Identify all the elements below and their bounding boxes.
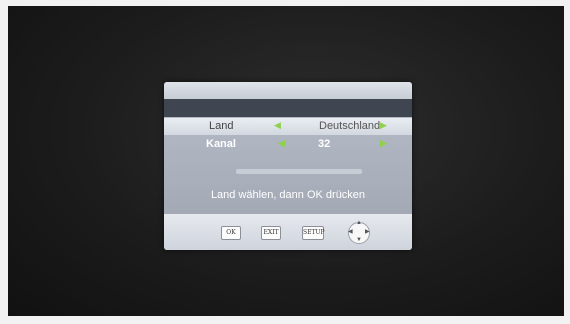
dpad-down-icon[interactable]: ▼ bbox=[356, 237, 362, 243]
dialog-header bbox=[164, 82, 412, 99]
channel-setup-dialog: Land ◀ Deutschland ▶ Kanal ◀ 32 ▶ Land w… bbox=[164, 82, 412, 250]
arrow-right-icon[interactable]: ▶ bbox=[380, 120, 387, 131]
dpad-left-icon[interactable]: ◀ bbox=[348, 228, 353, 235]
scan-progress-bar bbox=[236, 169, 362, 174]
arrow-left-icon[interactable]: ◀ bbox=[274, 120, 281, 131]
arrow-right-icon[interactable]: ▶ bbox=[380, 138, 387, 149]
ok-button[interactable]: OK bbox=[221, 226, 241, 240]
exit-button[interactable]: EXIT bbox=[261, 226, 281, 240]
dpad-icon[interactable]: ▲ ▼ ◀ ▶ bbox=[344, 218, 374, 246]
country-label: Land bbox=[209, 120, 234, 132]
button-bar: OK EXIT SETUP ▲ ▼ ◀ ▶ bbox=[164, 214, 412, 250]
channel-row[interactable]: Kanal ◀ 32 ▶ bbox=[164, 136, 412, 153]
dpad-right-icon[interactable]: ▶ bbox=[365, 228, 370, 235]
dpad-up-icon[interactable]: ▲ bbox=[356, 220, 362, 226]
setup-button[interactable]: SETUP bbox=[302, 226, 325, 240]
instruction-text: Land wählen, dann OK drücken bbox=[210, 189, 366, 201]
country-row[interactable]: Land ◀ Deutschland ▶ bbox=[164, 118, 412, 135]
dialog-title-band bbox=[164, 99, 412, 117]
country-value: Deutschland bbox=[319, 120, 381, 132]
channel-value: 32 bbox=[318, 138, 331, 150]
tv-screen: Land ◀ Deutschland ▶ Kanal ◀ 32 ▶ Land w… bbox=[8, 6, 564, 316]
arrow-left-icon[interactable]: ◀ bbox=[278, 138, 285, 149]
channel-label: Kanal bbox=[206, 138, 236, 150]
